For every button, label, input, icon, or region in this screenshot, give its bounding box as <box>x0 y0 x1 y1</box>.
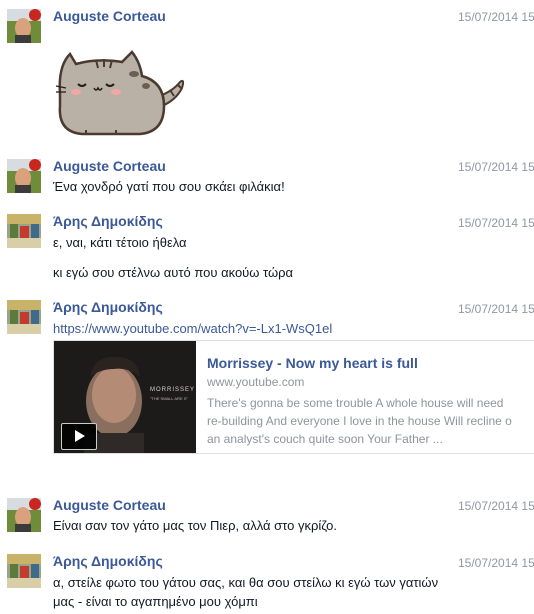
message-text: κι εγώ σου στέλνω αυτό που ακούω τώρα <box>53 265 294 280</box>
sender-name[interactable]: Auguste Corteau <box>53 158 166 175</box>
video-thumbnail[interactable]: MORRISSEY "THE SMALL ARE S" <box>54 341 196 453</box>
description-line: There's gonna be some trouble A whole ho… <box>207 396 504 410</box>
pusheen-cat-sticker <box>52 46 187 143</box>
avatar-aris[interactable] <box>7 554 41 588</box>
thumbnail-subtext: "THE SMALL ARE S" <box>150 396 188 401</box>
card-domain: www.youtube.com <box>207 375 305 389</box>
link-preview-card[interactable]: MORRISSEY "THE SMALL ARE S" Morrissey - … <box>53 340 534 454</box>
sender-name[interactable]: Auguste Corteau <box>53 497 166 514</box>
thumbnail-text: MORRISSEY <box>150 387 196 393</box>
timestamp: 15/07/2014 15 <box>458 302 534 316</box>
sender-name[interactable]: Άρης Δημοκίδης <box>53 299 163 316</box>
avatar-aris[interactable] <box>7 214 41 248</box>
description-line: an analyst's couch quite soon Your Fathe… <box>207 432 443 446</box>
message-text: Ένα χονδρό γατί που σου σκάει φιλάκια! <box>53 179 285 194</box>
message-text: μας - είναι το αγαπημένο μου χόμπι <box>53 594 258 609</box>
timestamp: 15/07/2014 15 <box>458 499 534 513</box>
timestamp: 15/07/2014 15 <box>458 10 534 24</box>
sender-name[interactable]: Auguste Corteau <box>53 8 166 25</box>
card-description: There's gonna be some trouble A whole ho… <box>207 394 534 448</box>
play-icon[interactable] <box>61 423 97 450</box>
sender-name[interactable]: Άρης Δημοκίδης <box>53 553 163 570</box>
card-title[interactable]: Morrissey - Now my heart is full <box>207 355 418 371</box>
avatar-aris[interactable] <box>7 300 41 334</box>
sender-name[interactable]: Άρης Δημοκίδης <box>53 213 163 230</box>
message-text: ε, ναι, κάτι τέτοιο ήθελα <box>53 235 187 250</box>
timestamp: 15/07/2014 15 <box>458 216 534 230</box>
message-text: Είναι σαν τον γάτο μας τον Πιερ, αλλά στ… <box>53 518 337 533</box>
avatar-auguste[interactable] <box>7 498 41 532</box>
message-text: α, στείλε φωτο του γάτου σας, και θα σου… <box>53 575 439 590</box>
timestamp: 15/07/2014 15 <box>458 160 534 174</box>
avatar-auguste[interactable] <box>7 9 41 43</box>
timestamp: 15/07/2014 15 <box>458 556 534 570</box>
youtube-link[interactable]: https://www.youtube.com/watch?v=-Lx1-WsQ… <box>53 320 332 338</box>
description-line: re-building And everyone I love in the h… <box>207 414 512 428</box>
avatar-auguste[interactable] <box>7 159 41 193</box>
